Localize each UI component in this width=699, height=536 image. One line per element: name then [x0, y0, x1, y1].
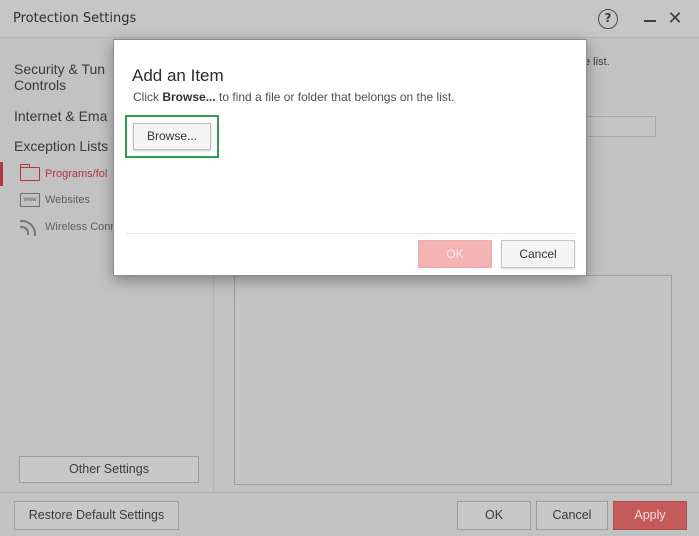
sidebar-heading-security-line2: Controls: [14, 77, 67, 93]
sidebar-heading-security[interactable]: Security & Tun Controls: [14, 61, 105, 93]
cancel-button[interactable]: Cancel: [536, 501, 608, 530]
restore-defaults-button[interactable]: Restore Default Settings: [14, 501, 179, 530]
ok-button[interactable]: OK: [457, 501, 531, 530]
main-description-text: e list.: [584, 56, 610, 68]
sidebar-heading-internet[interactable]: Internet & Ema: [14, 108, 107, 124]
www-icon: www: [20, 193, 40, 207]
dialog-title: Add an Item: [132, 66, 224, 85]
list-column-header: [586, 116, 656, 137]
minimize-icon[interactable]: [641, 9, 661, 29]
sidebar-item-label: Websites: [45, 194, 91, 206]
sidebar-item-wireless[interactable]: Wireless Conn: [20, 217, 117, 237]
dialog-divider: [126, 233, 574, 234]
folder-icon: [20, 164, 40, 181]
sidebar-item-label: Programs/fol: [45, 168, 108, 180]
sidebar-item-websites[interactable]: www Websites: [20, 190, 90, 210]
close-icon[interactable]: ✕: [665, 9, 685, 29]
wifi-icon: [20, 220, 40, 236]
sidebar-heading-exceptions[interactable]: Exception Lists: [14, 138, 108, 154]
sidebar-item-label: Wireless Conn: [45, 221, 117, 233]
apply-button[interactable]: Apply: [613, 501, 687, 530]
instruction-suffix: to find a file or folder that belongs on…: [215, 90, 455, 104]
active-indicator: [0, 162, 3, 186]
add-item-dialog: Add an Item Click Browse... to find a fi…: [113, 39, 587, 276]
dialog-instruction: Click Browse... to find a file or folder…: [133, 90, 455, 104]
sidebar-item-programs[interactable]: Programs/fol: [20, 164, 107, 184]
window-title: Protection Settings: [13, 11, 137, 26]
sidebar-heading-security-line1: Security & Tun: [14, 61, 106, 77]
instruction-prefix: Click: [133, 90, 163, 104]
instruction-bold: Browse...: [162, 90, 216, 104]
dialog-ok-button[interactable]: OK: [418, 240, 492, 268]
help-icon[interactable]: ?: [598, 9, 618, 29]
dialog-cancel-button[interactable]: Cancel: [501, 240, 575, 268]
footer-divider: [0, 492, 699, 493]
other-settings-button[interactable]: Other Settings: [19, 456, 199, 483]
exception-list-box[interactable]: [234, 275, 672, 485]
browse-button[interactable]: Browse...: [133, 123, 211, 150]
title-bar: Protection Settings ? ✕: [0, 0, 699, 38]
